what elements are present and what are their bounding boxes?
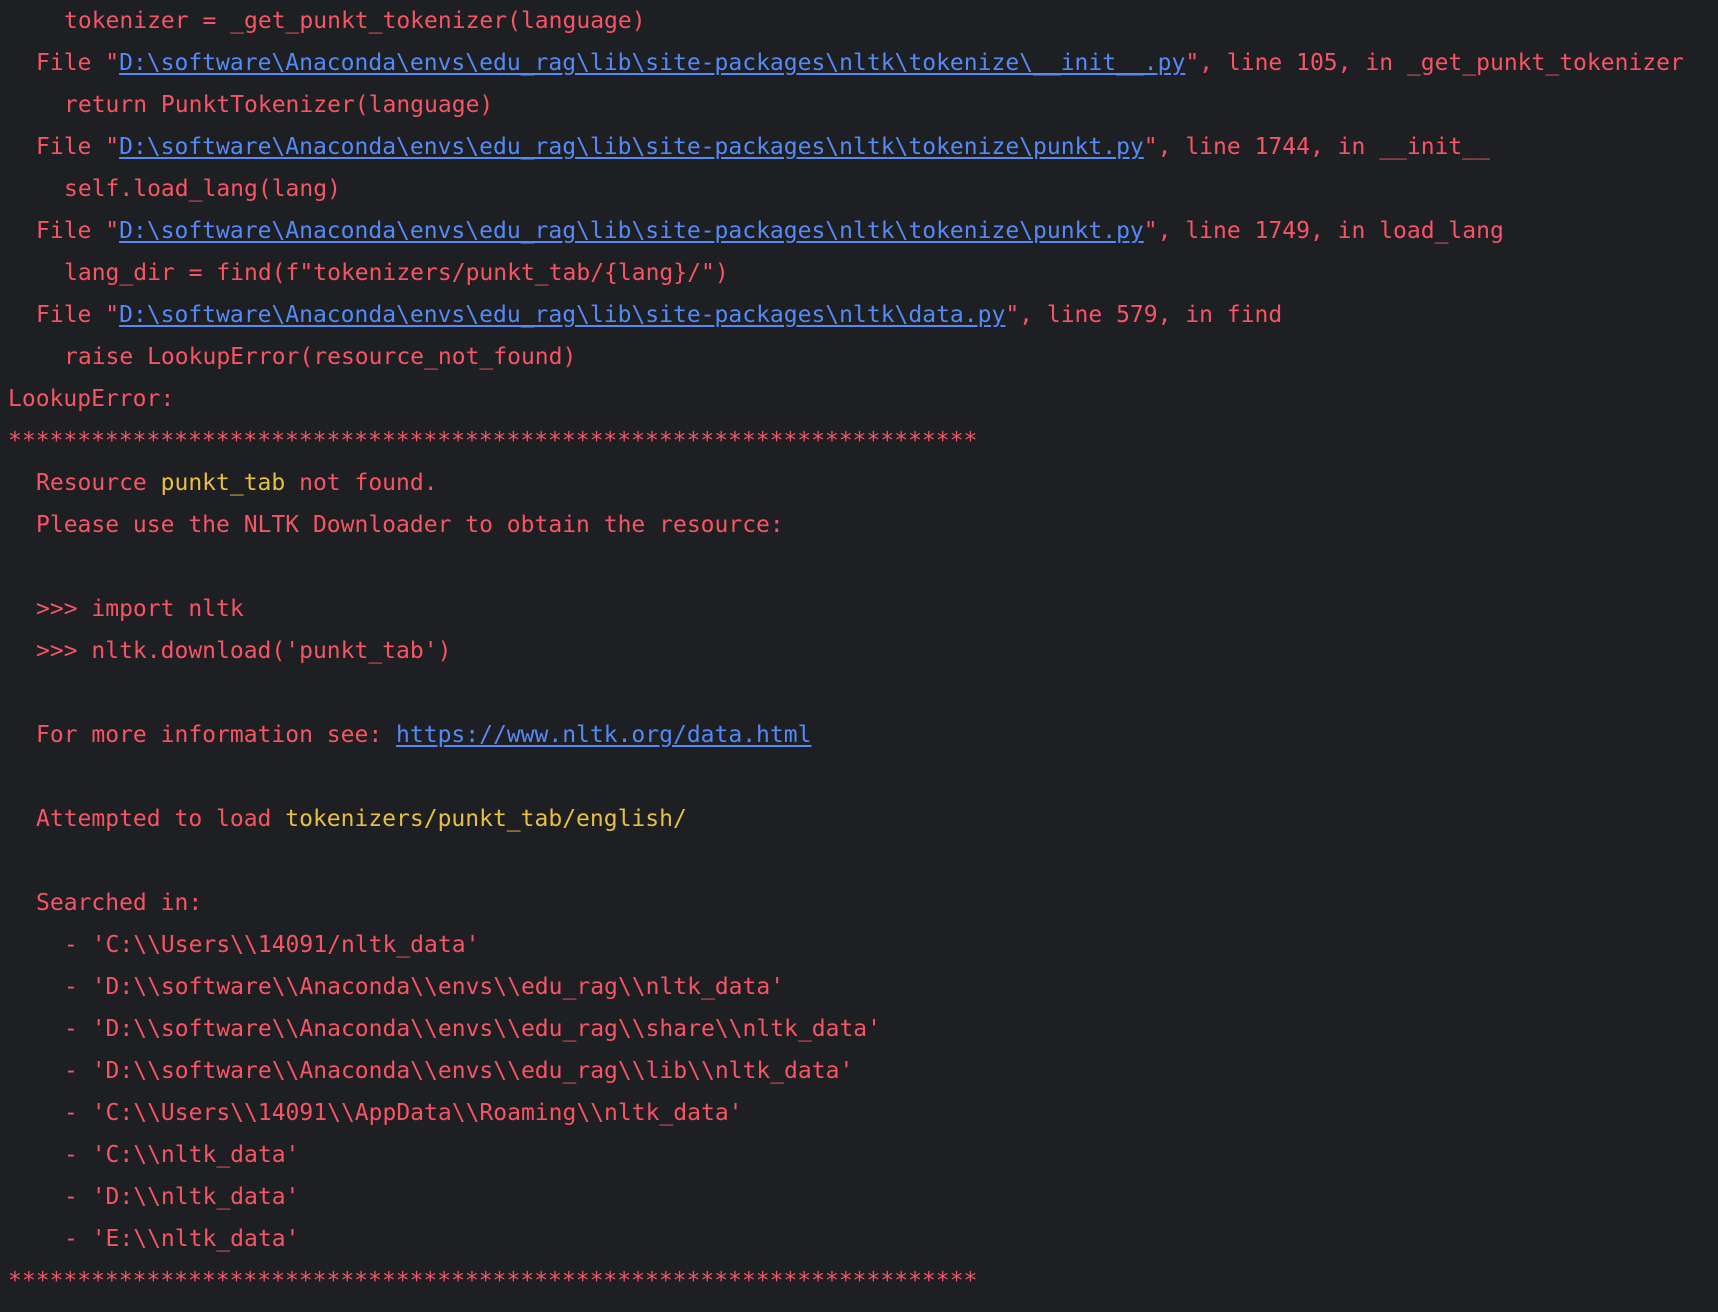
trace-code-line: raise LookupError(resource_not_found)	[64, 344, 577, 370]
trace-file-prefix: File "	[36, 134, 120, 160]
more-info-prefix: For more information see:	[36, 722, 397, 748]
searched-in-heading: Searched in:	[36, 890, 203, 916]
searched-path: - 'C:\\Users\\14091\\AppData\\Roaming\\n…	[64, 1100, 743, 1126]
trace-file-prefix: File "	[36, 50, 120, 76]
searched-path: - 'C:\\nltk_data'	[64, 1142, 300, 1168]
trace-file-line: File "D:\software\Anaconda\envs\edu_rag\…	[0, 294, 1718, 336]
more-info-line: For more information see: https://www.nl…	[0, 714, 1718, 756]
trace-file-link[interactable]: D:\software\Anaconda\envs\edu_rag\lib\si…	[119, 302, 1005, 328]
nltk-data-link[interactable]: https://www.nltk.org/data.html	[396, 722, 811, 748]
searched-path: - 'D:\\nltk_data'	[64, 1184, 300, 1210]
trace-file-prefix: File "	[36, 302, 120, 328]
separator-stars: ****************************************…	[8, 1268, 978, 1294]
trace-file-line: File "D:\software\Anaconda\envs\edu_rag\…	[0, 42, 1718, 84]
searched-path: - 'E:\\nltk_data'	[64, 1226, 300, 1252]
attempted-path: tokenizers/punkt_tab/english/	[285, 806, 687, 832]
command-download: >>> nltk.download('punkt_tab')	[36, 638, 452, 664]
trace-file-location: ", line 579, in find	[1005, 302, 1283, 328]
resource-prefix: Resource	[36, 470, 161, 496]
attempted-prefix: Attempted to load	[36, 806, 286, 832]
trace-file-location: ", line 1749, in load_lang	[1143, 218, 1504, 244]
trace-code-line: self.load_lang(lang)	[64, 176, 341, 202]
trace-file-link[interactable]: D:\software\Anaconda\envs\edu_rag\lib\si…	[119, 50, 1185, 76]
trace-file-location: ", line 1744, in __init__	[1143, 134, 1490, 160]
resource-suffix: not found.	[285, 470, 438, 496]
console-output: tokenizer = _get_punkt_tokenizer(languag…	[0, 0, 1718, 1312]
trace-file-location: ", line 105, in _get_punkt_tokenizer	[1185, 50, 1684, 76]
downloader-hint: Please use the NLTK Downloader to obtain…	[36, 512, 784, 538]
trace-file-line: File "D:\software\Anaconda\envs\edu_rag\…	[0, 126, 1718, 168]
resource-name: punkt_tab	[160, 470, 286, 496]
searched-path: - 'D:\\software\\Anaconda\\envs\\edu_rag…	[64, 1058, 854, 1084]
separator-stars: ****************************************…	[8, 428, 978, 454]
trace-code-line: tokenizer = _get_punkt_tokenizer(languag…	[64, 8, 646, 34]
trace-code-line: lang_dir = find(f"tokenizers/punkt_tab/{…	[64, 260, 729, 286]
trace-code-line: return PunktTokenizer(language)	[64, 92, 494, 118]
trace-file-link[interactable]: D:\software\Anaconda\envs\edu_rag\lib\si…	[119, 218, 1144, 244]
attempted-load-line: Attempted to load tokenizers/punkt_tab/e…	[0, 798, 1718, 840]
trace-file-line: File "D:\software\Anaconda\envs\edu_rag\…	[0, 210, 1718, 252]
trace-file-link[interactable]: D:\software\Anaconda\envs\edu_rag\lib\si…	[119, 134, 1144, 160]
searched-path: - 'D:\\software\\Anaconda\\envs\\edu_rag…	[64, 974, 785, 1000]
searched-path: - 'D:\\software\\Anaconda\\envs\\edu_rag…	[64, 1016, 881, 1042]
searched-path: - 'C:\\Users\\14091/nltk_data'	[64, 932, 480, 958]
error-title: LookupError:	[8, 386, 175, 412]
command-import: >>> import nltk	[36, 596, 244, 622]
trace-file-prefix: File "	[36, 218, 120, 244]
resource-not-found-line: Resource punkt_tab not found.	[0, 462, 1718, 504]
